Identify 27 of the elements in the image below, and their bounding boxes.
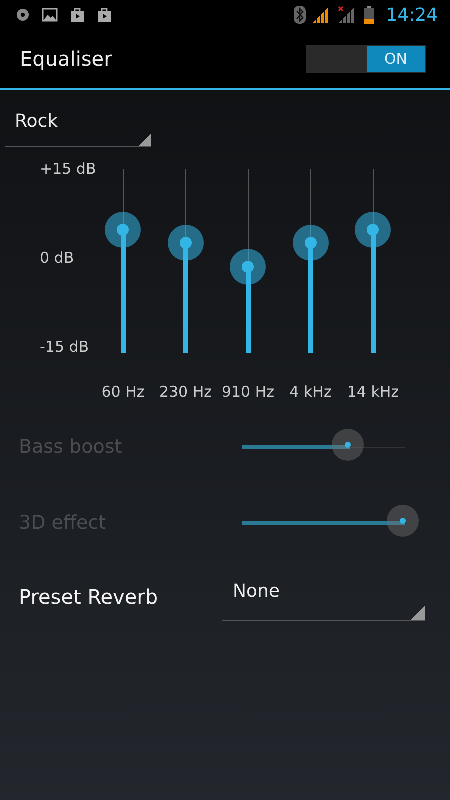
slider-thumb: [387, 505, 419, 537]
slider-thumb: [332, 429, 364, 461]
slider-thumb[interactable]: [355, 212, 392, 248]
scale-label: -15 dB: [40, 337, 90, 358]
slider-thumb[interactable]: [168, 224, 204, 261]
shopping-bag-icon: [70, 7, 85, 23]
shopping-bag-icon: [97, 7, 112, 23]
bluetooth-icon: [294, 6, 306, 24]
slider-thumb[interactable]: [230, 248, 266, 285]
slider-thumb[interactable]: [292, 224, 329, 261]
band-label: 4 kHz: [290, 383, 332, 401]
band-label: 230 Hz: [159, 383, 212, 401]
scale-label: 0 dB: [40, 248, 76, 269]
clock: 14:24: [386, 4, 438, 26]
screen-title: Equaliser: [20, 47, 112, 71]
band-label: 60 Hz: [102, 383, 145, 401]
disc-icon: [16, 8, 30, 22]
reverb-label: Preset Reverb: [19, 585, 158, 609]
band-label: 910 Hz: [222, 383, 275, 401]
dropdown-corner-icon: [411, 606, 425, 620]
preset-dropdown[interactable]: Rock: [5, 109, 151, 147]
image-icon: [42, 8, 58, 22]
dropdown-corner-icon: [139, 134, 151, 146]
battery-icon: [364, 6, 374, 24]
band-label: 14 kHz: [347, 383, 400, 401]
slider-thumb[interactable]: [105, 212, 142, 248]
reverb-dropdown[interactable]: None: [222, 575, 425, 621]
